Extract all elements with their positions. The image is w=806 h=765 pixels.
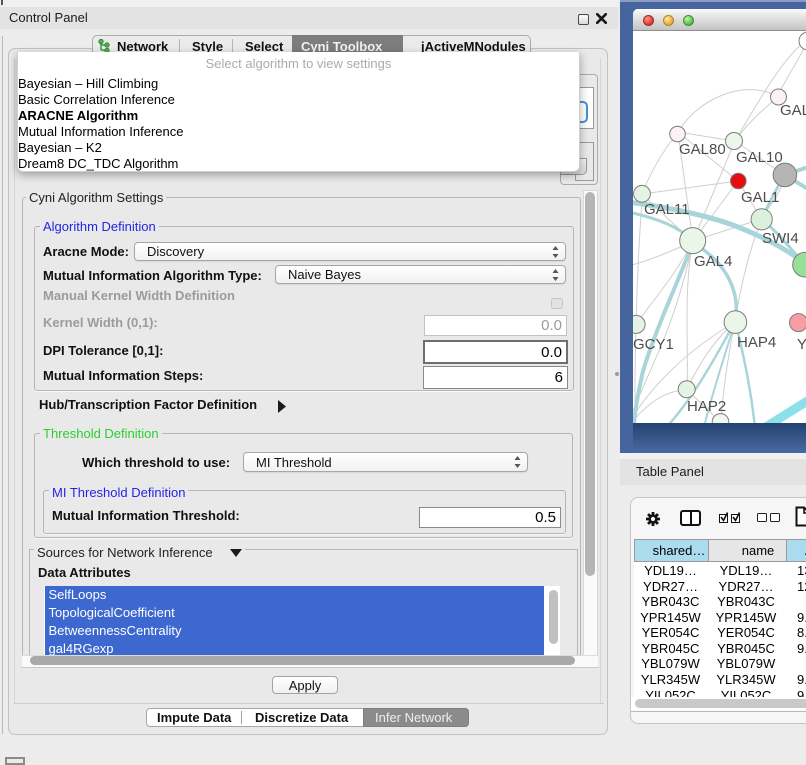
svg-text:HAP2: HAP2: [687, 398, 726, 415]
svg-text:Y: Y: [797, 336, 806, 353]
svg-text:GAL1: GAL1: [741, 189, 779, 206]
svg-text:SWI4: SWI4: [762, 230, 799, 247]
svg-text:GAL10: GAL10: [736, 149, 783, 166]
svg-text:GAL7: GAL7: [780, 102, 806, 119]
svg-text:HAP4: HAP4: [737, 334, 776, 351]
svg-text:GAL80: GAL80: [679, 141, 726, 158]
svg-text:GAL11: GAL11: [644, 201, 690, 218]
svg-text:GCY1: GCY1: [633, 336, 674, 353]
svg-text:GAL4: GAL4: [694, 253, 732, 270]
